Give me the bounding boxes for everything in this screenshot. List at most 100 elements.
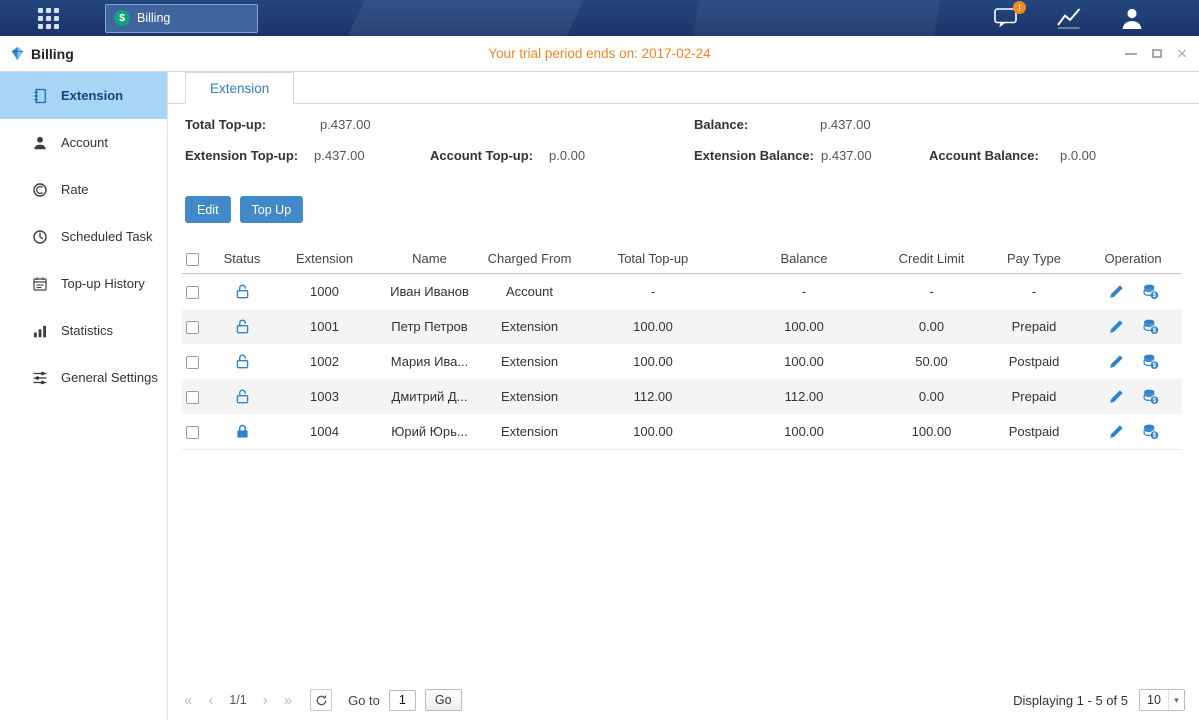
apps-grid-icon[interactable]: [38, 8, 59, 29]
topbar-tray: !: [993, 6, 1199, 30]
edit-pencil-icon[interactable]: [1108, 423, 1125, 440]
lock-open-icon: [234, 353, 251, 370]
row-checkbox[interactable]: [186, 426, 199, 439]
extension-table: StatusExtensionNameCharged FromTotal Top…: [182, 244, 1182, 450]
balance-value: p.437.00: [820, 117, 871, 132]
table-row-1002: 1002Мария Ива...Extension100.00100.0050.…: [182, 344, 1182, 379]
charged-from-cell: Extension: [482, 424, 577, 439]
rate-icon: [32, 182, 48, 198]
lock-open-icon: [234, 318, 251, 335]
sidebar-item-label: Scheduled Task: [61, 229, 153, 244]
total-topup-cell: -: [577, 284, 729, 299]
account-topup-label: Account Top-up:: [430, 148, 533, 163]
topup-coins-icon[interactable]: $: [1142, 388, 1159, 405]
go-button[interactable]: Go: [425, 689, 462, 711]
sidebar-item-statistics[interactable]: Statistics: [0, 307, 167, 354]
edit-pencil-icon[interactable]: [1108, 318, 1125, 335]
first-page-button[interactable]: «: [184, 692, 192, 709]
balance-cell: -: [729, 284, 879, 299]
credit-limit-cell: -: [879, 284, 984, 299]
row-checkbox[interactable]: [186, 356, 199, 369]
tab-extension[interactable]: Extension: [185, 72, 294, 104]
lock-closed-icon: [234, 423, 251, 440]
select-all-checkbox[interactable]: [186, 253, 199, 266]
total-topup-cell: 100.00: [577, 319, 729, 334]
credit-limit-cell: 0.00: [879, 389, 984, 404]
user-icon: [32, 135, 48, 151]
minimize-button[interactable]: [1125, 53, 1137, 55]
credit-limit-cell: 50.00: [879, 354, 984, 369]
pay-type-cell: Prepaid: [984, 389, 1084, 404]
prev-page-button[interactable]: ‹: [208, 692, 213, 709]
credit-limit-cell: 100.00: [879, 424, 984, 439]
topup-coins-icon[interactable]: $: [1142, 283, 1159, 300]
account-topup-value: p.0.00: [549, 148, 585, 163]
action-buttons: Edit Top Up: [185, 196, 1199, 223]
table-row-1004: 1004Юрий Юрь...Extension100.00100.00100.…: [182, 414, 1182, 449]
close-button[interactable]: ×: [1177, 45, 1187, 62]
pay-type-cell: Postpaid: [984, 354, 1084, 369]
pay-type-cell: Postpaid: [984, 424, 1084, 439]
balance-cell: 112.00: [729, 389, 879, 404]
column-header-total-topup: Total Top-up: [577, 251, 729, 266]
maximize-button[interactable]: [1152, 49, 1162, 58]
monitor-chart-icon[interactable]: [1056, 6, 1082, 30]
edit-pencil-icon[interactable]: [1108, 283, 1125, 300]
app-title-text: Billing: [31, 46, 74, 62]
sidebar-item-label: Extension: [61, 88, 123, 103]
user-account-icon[interactable]: [1119, 6, 1145, 30]
calendar-icon: [32, 276, 48, 292]
refresh-button[interactable]: [310, 689, 332, 711]
header-checkbox-cell: [182, 251, 212, 266]
sidebar-item-extension[interactable]: Extension: [0, 72, 167, 119]
extension-topup-value: p.437.00: [314, 148, 365, 163]
row-checkbox[interactable]: [186, 391, 199, 404]
page-size-value: 10: [1140, 693, 1168, 707]
window-controls: ×: [1125, 36, 1187, 71]
account-balance-label: Account Balance:: [929, 148, 1039, 163]
page-size-select[interactable]: 10 ▾: [1139, 689, 1185, 711]
clock-icon: [32, 229, 48, 245]
goto-page-input[interactable]: [389, 690, 416, 711]
name-cell: Дмитрий Д...: [377, 389, 482, 404]
column-header-balance: Balance: [729, 251, 879, 266]
dollar-coin-icon: $: [114, 10, 130, 26]
taskbar-tab-label: Billing: [137, 11, 170, 25]
topup-coins-icon[interactable]: $: [1142, 318, 1159, 335]
billing-taskbar-tab[interactable]: $ Billing: [105, 4, 258, 33]
window-titlebar: Billing Your trial period ends on: 2017-…: [0, 36, 1199, 72]
edit-button[interactable]: Edit: [185, 196, 231, 223]
table-row-1001: 1001Петр ПетровExtension100.00100.000.00…: [182, 309, 1182, 344]
next-page-button[interactable]: ›: [263, 692, 268, 709]
summary-panel: Total Top-up: p.437.00 Balance: p.437.00…: [168, 104, 1199, 176]
column-header-status: Status: [212, 251, 272, 266]
last-page-button[interactable]: »: [284, 692, 292, 709]
balance-cell: 100.00: [729, 424, 879, 439]
topup-coins-icon[interactable]: $: [1142, 353, 1159, 370]
row-checkbox[interactable]: [186, 321, 199, 334]
messages-icon[interactable]: !: [993, 6, 1019, 30]
edit-pencil-icon[interactable]: [1108, 353, 1125, 370]
column-header-operation: Operation: [1084, 251, 1182, 266]
alert-badge: !: [1013, 1, 1026, 14]
sidebar-item-account[interactable]: Account: [0, 119, 167, 166]
extension-topup-label: Extension Top-up:: [185, 148, 298, 163]
total-topup-label: Total Top-up:: [185, 117, 266, 132]
lock-open-icon: [234, 283, 251, 300]
sidebar-item-scheduled-task[interactable]: Scheduled Task: [0, 213, 167, 260]
app-title: Billing: [10, 46, 74, 62]
edit-pencil-icon[interactable]: [1108, 388, 1125, 405]
sidebar-item-top-up-history[interactable]: Top-up History: [0, 260, 167, 307]
sidebar-item-general-settings[interactable]: General Settings: [0, 354, 167, 401]
topup-coins-icon[interactable]: $: [1142, 423, 1159, 440]
total-topup-cell: 100.00: [577, 424, 729, 439]
pay-type-cell: -: [984, 284, 1084, 299]
credit-limit-cell: 0.00: [879, 319, 984, 334]
row-checkbox[interactable]: [186, 286, 199, 299]
balance-cell: 100.00: [729, 319, 879, 334]
table-row-1003: 1003Дмитрий Д...Extension112.00112.000.0…: [182, 379, 1182, 414]
pagination-right: Displaying 1 - 5 of 5 10 ▾: [1013, 689, 1185, 711]
sidebar-item-rate[interactable]: Rate: [0, 166, 167, 213]
extension-cell: 1004: [272, 424, 377, 439]
top-up-button[interactable]: Top Up: [240, 196, 304, 223]
